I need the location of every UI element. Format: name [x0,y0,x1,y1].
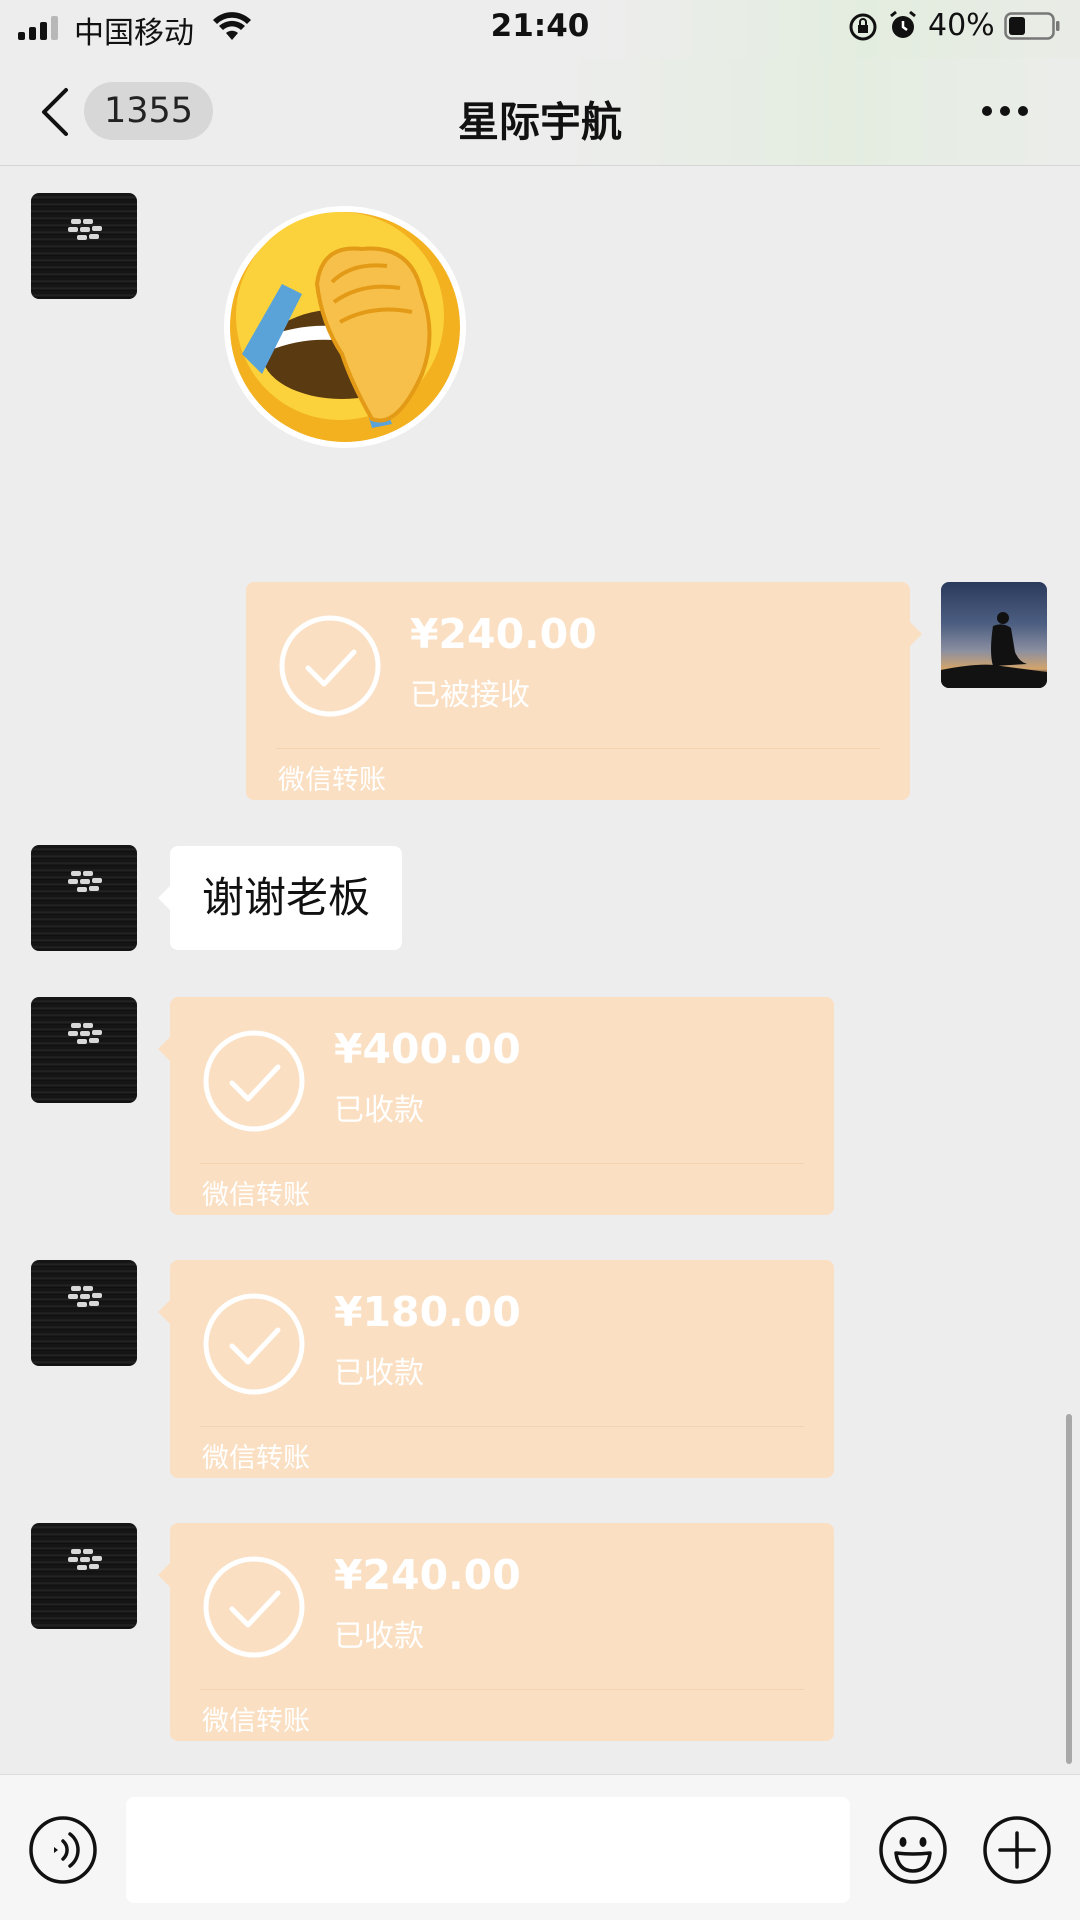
more-options-icon[interactable] [980,104,1030,118]
emoji-icon[interactable] [878,1815,948,1885]
chat-title: 星际宇航 [458,98,622,146]
plus-icon[interactable] [982,1815,1052,1885]
transfer-label: 微信转账 [278,765,386,796]
divider [200,1163,804,1164]
battery-icon [1004,12,1060,40]
status-time: 21:40 [490,8,590,44]
transfer-card[interactable]: ¥240.00 已收款 微信转账 [158,1523,834,1741]
transfer-amount: ¥180.00 [334,1288,521,1336]
contact-avatar[interactable] [31,1260,137,1366]
transfer-amount: ¥400.00 [334,1025,521,1073]
check-circle-icon [279,615,381,717]
divider [200,1689,804,1690]
contact-avatar[interactable] [31,1523,137,1629]
message-input[interactable] [126,1797,850,1903]
scrollbar-thumb[interactable] [1066,1414,1072,1764]
divider [276,748,880,749]
transfer-label: 微信转账 [202,1180,310,1211]
transfer-status: 已被接收 [410,678,530,713]
voice-input-icon[interactable] [28,1815,98,1885]
transfer-card[interactable]: ¥180.00 已收款 微信转账 [158,1260,834,1478]
check-circle-icon [203,1030,305,1132]
transfer-amount: ¥240.00 [410,610,597,658]
transfer-card[interactable]: ¥400.00 已收款 微信转账 [158,997,834,1215]
status-bar: 中国移动 21:40 40% [0,0,1080,58]
contact-avatar[interactable] [31,845,137,951]
contact-avatar[interactable] [31,193,137,299]
battery-percentage: 40% [928,8,995,43]
transfer-status: 已收款 [334,1093,424,1128]
blackberry-logo-icon [68,871,102,892]
transfer-status: 已收款 [334,1356,424,1391]
facepalm-emoji-sticker[interactable] [222,204,468,450]
contact-avatar[interactable] [31,997,137,1103]
chat-header: 1355 星际宇航 [0,58,1080,166]
transfer-amount: ¥240.00 [334,1551,521,1599]
check-circle-icon [203,1293,305,1395]
silhouette-photo [941,612,1047,688]
message-input-bar [0,1774,1080,1920]
my-avatar[interactable] [941,582,1047,688]
blackberry-logo-icon [68,1286,102,1307]
transfer-card[interactable]: ¥240.00 已被接收 微信转账 [246,582,922,800]
blackberry-logo-icon [68,1023,102,1044]
blackberry-logo-icon [68,219,102,240]
divider [200,1426,804,1427]
alarm-icon [890,10,916,38]
transfer-status: 已收款 [334,1619,424,1654]
transfer-label: 微信转账 [202,1443,310,1474]
check-circle-icon [203,1556,305,1658]
text-message-bubble[interactable]: 谢谢老板 [157,846,403,950]
orientation-lock-icon [849,13,877,41]
blackberry-logo-icon [68,1549,102,1570]
transfer-label: 微信转账 [202,1706,310,1737]
